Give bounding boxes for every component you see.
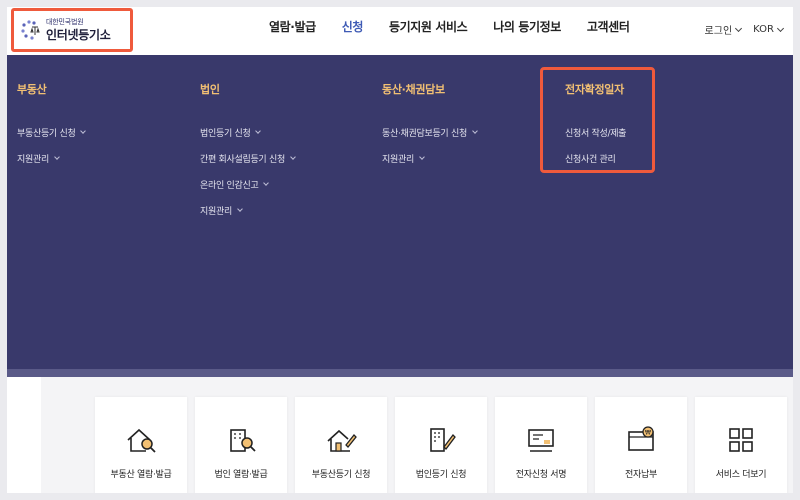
menu-item[interactable]: 지원관리	[382, 145, 477, 171]
house-search-icon	[127, 428, 156, 453]
menu-column-title: 법인	[200, 83, 220, 96]
quick-menu-cards: 부동산 열람·발급 법인 열람·발급 부동산등기 신청 법인등기 신청 전자신청…	[95, 397, 793, 493]
main-nav: 열람·발급 신청 등기지원 서비스 나의 등기정보 고객센터	[269, 18, 655, 35]
highlight-box	[540, 67, 655, 173]
sign-icon	[528, 429, 554, 452]
site-logo[interactable]: 대한민국법원 인터넷등기소	[11, 8, 133, 52]
chevron-down-icon	[735, 24, 743, 32]
chevron-down-icon	[80, 127, 87, 134]
chevron-down-icon	[419, 153, 425, 160]
card-label: 법인 열람·발급	[214, 470, 268, 480]
language-label: KOR	[753, 24, 774, 35]
house-pen-icon	[327, 429, 357, 452]
building-pen-icon	[430, 428, 456, 452]
chevron-down-icon	[54, 153, 60, 160]
chevron-down-icon	[472, 127, 478, 134]
menu-item[interactable]: 온라인 인감신고	[200, 171, 295, 197]
card-label: 부동산등기 신청	[311, 470, 371, 480]
nav-view-issue[interactable]: 열람·발급	[269, 18, 316, 35]
menu-column-movable-collateral: 동산·채권담보 동산·채권담보등기 신청 지원관리	[382, 81, 478, 171]
building-search-icon	[230, 429, 256, 452]
grid-icon	[729, 428, 753, 452]
card-label: 부동산 열람·발급	[110, 470, 172, 480]
quick-card-more-services[interactable]: 서비스 더보기	[695, 397, 787, 493]
login-button[interactable]: 로그인	[704, 22, 743, 37]
chevron-down-icon	[290, 153, 296, 160]
logo-subtitle: 대한민국법원	[46, 18, 84, 26]
chevron-down-icon	[776, 24, 785, 32]
nav-my-info[interactable]: 나의 등기정보	[493, 18, 561, 35]
quick-card-e-payment[interactable]: ₩ 전자납부	[595, 397, 687, 493]
menu-item[interactable]: 부동산등기 신청	[17, 119, 87, 145]
language-select[interactable]: KOR	[753, 24, 785, 35]
header: 대한민국법원 인터넷등기소 열람·발급 신청 등기지원 서비스 나의 등기정보 …	[7, 7, 793, 55]
nav-support-service[interactable]: 등기지원 서비스	[389, 18, 468, 35]
logo-title: 인터넷등기소	[46, 28, 111, 42]
menu-column-title: 동산·채권담보	[382, 83, 445, 96]
login-label: 로그인	[704, 26, 733, 37]
menu-column-real-estate: 부동산 부동산등기 신청 지원관리	[17, 81, 87, 171]
card-label: 서비스 더보기	[715, 470, 767, 480]
quick-card-realestate-apply[interactable]: 부동산등기 신청	[295, 397, 387, 493]
menu-item[interactable]: 지원관리	[200, 197, 295, 223]
payment-icon: ₩	[628, 426, 654, 451]
utility-menu: 로그인 KOR	[693, 22, 785, 37]
chevron-down-icon	[263, 179, 270, 186]
menu-item[interactable]: 법인등기 신청	[200, 119, 295, 145]
nav-apply[interactable]: 신청	[342, 18, 364, 35]
quick-menu-area: 부동산 열람·발급 법인 열람·발급 부동산등기 신청 법인등기 신청 전자신청…	[7, 377, 793, 493]
chevron-down-icon	[237, 205, 243, 212]
quick-card-e-sign[interactable]: 전자신청 서명	[495, 397, 587, 493]
page-frame: 대한민국법원 인터넷등기소 열람·발급 신청 등기지원 서비스 나의 등기정보 …	[7, 7, 793, 493]
menu-bottom-strip	[7, 369, 793, 377]
quick-card-realestate-view[interactable]: 부동산 열람·발급	[95, 397, 187, 493]
left-panel	[7, 377, 41, 493]
menu-column-corporation: 법인 법인등기 신청 간편 회사설립등기 신청 온라인 인감신고 지원관리	[200, 81, 296, 223]
quick-card-corp-view[interactable]: 법인 열람·발급	[195, 397, 287, 493]
menu-column-title: 부동산	[17, 83, 47, 96]
menu-item[interactable]: 지원관리	[17, 145, 85, 171]
mega-menu: 부동산 부동산등기 신청 지원관리 법인 법인등기 신청 간편 회사설립등기 신…	[7, 55, 793, 369]
card-label: 전자신청 서명	[515, 470, 567, 480]
card-label: 전자납부	[625, 470, 657, 480]
svg-text:₩: ₩	[645, 430, 651, 437]
card-label: 법인등기 신청	[415, 470, 467, 480]
menu-item[interactable]: 간편 회사설립등기 신청	[200, 145, 296, 171]
nav-customer-center[interactable]: 고객센터	[587, 18, 630, 35]
chevron-down-icon	[255, 127, 262, 134]
menu-item[interactable]: 동산·채권담보등기 신청	[382, 119, 478, 145]
quick-card-corp-apply[interactable]: 법인등기 신청	[395, 397, 487, 493]
court-emblem-icon	[20, 19, 42, 41]
